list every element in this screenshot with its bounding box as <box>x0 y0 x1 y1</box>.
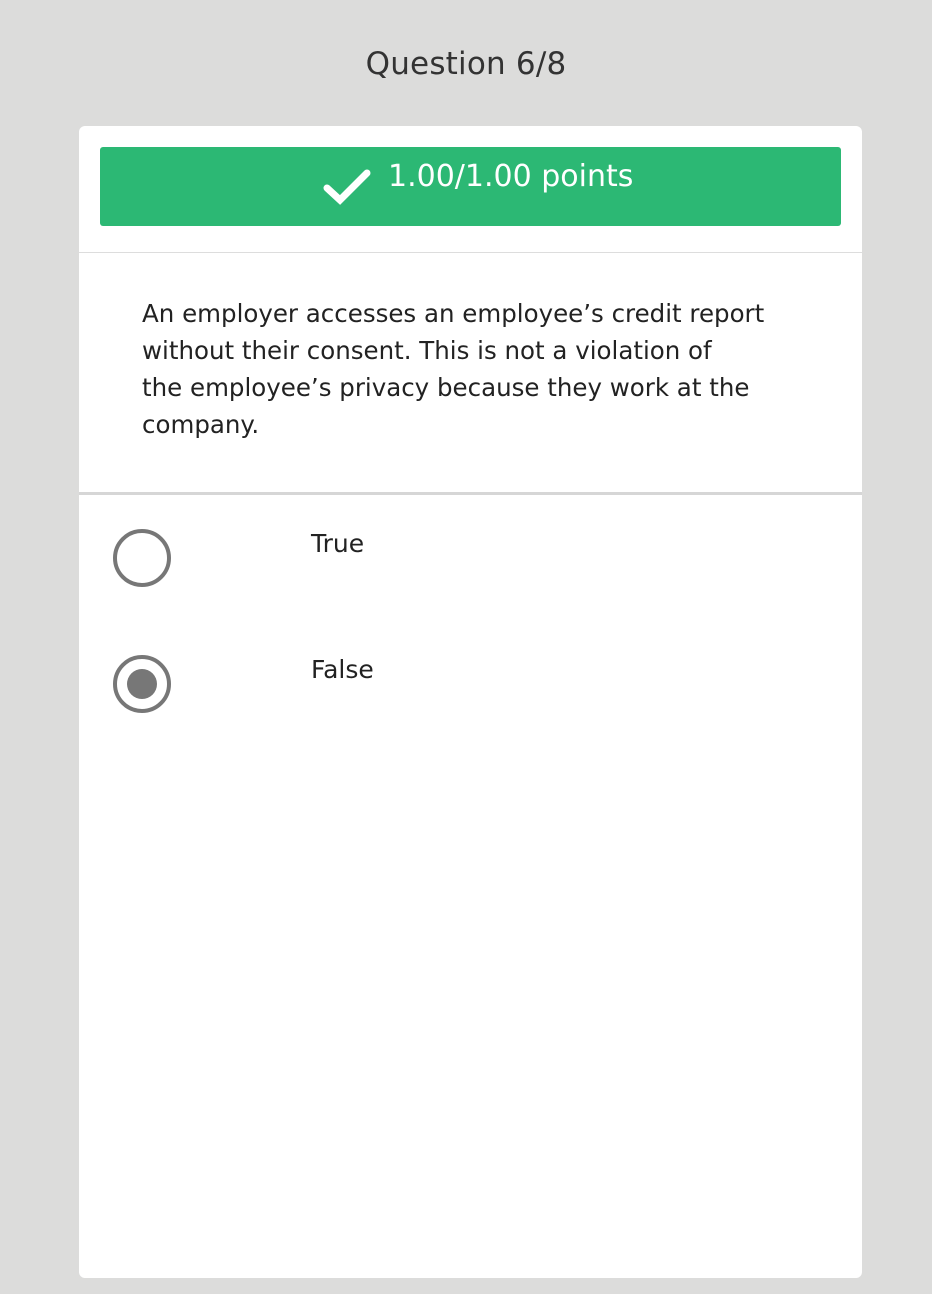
question-line: company. <box>142 410 260 439</box>
radio-button-false[interactable] <box>113 655 171 713</box>
question-line: An employer accesses an employee’s credi… <box>142 299 765 328</box>
score-banner: 1.00/1.00 points <box>100 147 841 226</box>
checkmark-icon <box>323 169 371 205</box>
divider <box>79 252 862 253</box>
answer-option-true[interactable]: True <box>79 512 862 602</box>
radio-button-true[interactable] <box>113 529 171 587</box>
question-counter: Question 6/8 <box>365 46 567 82</box>
divider <box>79 492 862 495</box>
question-line: without their consent. This is not a vio… <box>142 336 712 365</box>
radio-selected-dot <box>127 669 157 699</box>
answer-option-label: True <box>311 529 365 558</box>
score-text: 1.00/1.00 points <box>388 159 634 194</box>
question-card: 1.00/1.00 points An employer accesses an… <box>79 126 862 1278</box>
question-text: An employer accesses an employee’s credi… <box>142 295 782 443</box>
answer-option-label: False <box>311 655 374 684</box>
question-line: the employee’s privacy because they work… <box>142 373 750 402</box>
answer-option-false[interactable]: False <box>79 638 862 728</box>
